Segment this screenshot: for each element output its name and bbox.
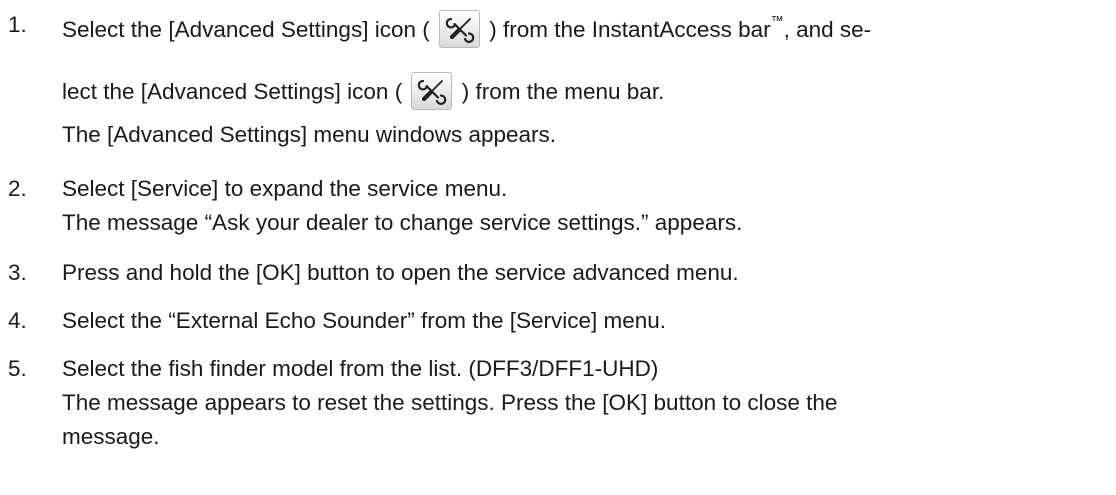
step-text: ) from the menu bar. bbox=[461, 78, 665, 104]
step-2-line-2: The message “Ask your dealer to change s… bbox=[62, 210, 743, 235]
wrench-screwdriver-icon bbox=[445, 17, 475, 43]
step-2-line-1: Select [Service] to expand the service m… bbox=[62, 176, 508, 201]
step-5-line-2: The message appears to reset the setting… bbox=[62, 390, 838, 415]
step-3-line-1: Press and hold the [OK] button to open t… bbox=[62, 260, 739, 285]
step-number: 1. bbox=[8, 12, 27, 37]
step-text: , and se- bbox=[783, 16, 872, 42]
step-number: 5. bbox=[8, 356, 27, 381]
instruction-page: 1. Select the [Advanced Settings] icon ( bbox=[0, 0, 1116, 495]
step-1-line-2: lect the [Advanced Settings] icon ( ) fr… bbox=[62, 72, 665, 112]
step-number: 4. bbox=[8, 308, 27, 333]
advanced-settings-icon-button bbox=[438, 10, 480, 48]
step-5-line-3: message. bbox=[62, 424, 160, 449]
step-1-line-1: Select the [Advanced Settings] icon () … bbox=[62, 10, 872, 50]
step-text: Select the [Advanced Settings] icon ( bbox=[62, 16, 430, 42]
step-5-line-1: Select the fish finder model from the li… bbox=[62, 356, 659, 381]
step-number: 3. bbox=[8, 260, 27, 285]
step-text: ) from the InstantAccess bar bbox=[489, 16, 771, 42]
step-4-line-1: Select the “External Echo Sounder” from … bbox=[62, 308, 667, 333]
advanced-settings-icon-button bbox=[411, 72, 453, 110]
step-1-line-3: The [Advanced Settings] menu windows app… bbox=[62, 122, 557, 147]
step-text: lect the [Advanced Settings] icon ( bbox=[62, 78, 403, 104]
wrench-screwdriver-icon bbox=[418, 79, 447, 105]
step-number: 2. bbox=[8, 176, 27, 201]
trademark-symbol: ™ bbox=[770, 13, 784, 29]
